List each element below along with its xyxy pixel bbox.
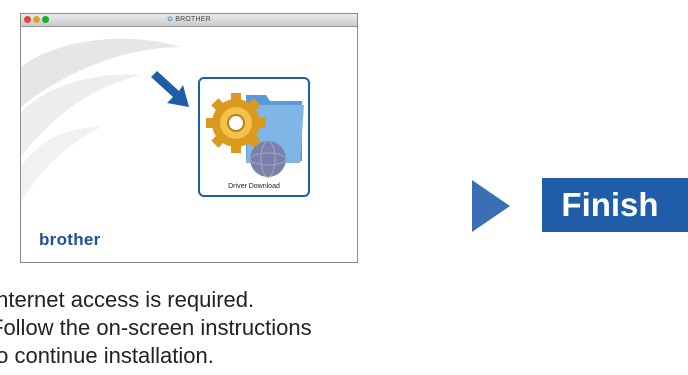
window-title: ✿ BROTHER	[167, 16, 211, 23]
brother-logo-icon: ✿	[167, 16, 174, 23]
instructions-text: Internet access is required. Follow the …	[0, 286, 312, 370]
window-titlebar: ✿ BROTHER	[21, 14, 357, 27]
finish-banner: Finish	[542, 178, 688, 232]
pointer-arrow-icon	[151, 71, 189, 107]
window-content: Driver Download brother	[21, 27, 357, 262]
brother-logo: brother	[39, 230, 101, 249]
driver-download-label: Driver Download	[228, 183, 280, 190]
instruction-line: Follow the on-screen instructions	[0, 315, 312, 340]
instruction-line: Internet access is required.	[0, 287, 255, 312]
gear-folder-globe-icon	[206, 93, 304, 178]
installer-window: ✿ BROTHER Driver Download brother	[20, 13, 358, 263]
instruction-line: to continue installation.	[0, 343, 214, 368]
play-arrow-icon	[472, 180, 510, 232]
driver-download-button[interactable]: Driver Download	[198, 77, 310, 197]
